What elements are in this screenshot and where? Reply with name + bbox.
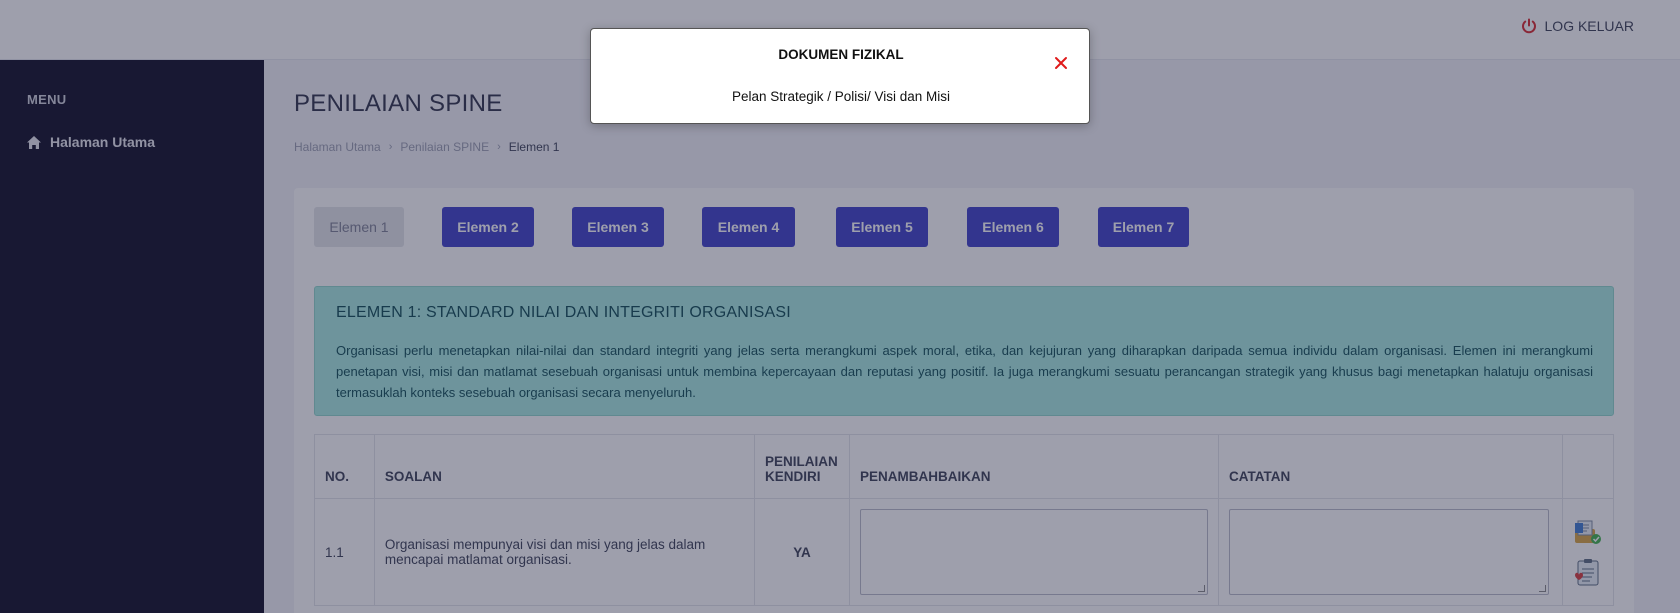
dokumen-fizikal-modal: DOKUMEN FIZIKAL Pelan Strategik / Polisi… — [590, 28, 1090, 124]
close-icon[interactable] — [1053, 55, 1069, 71]
modal-body: Pelan Strategik / Polisi/ Visi dan Misi — [731, 89, 951, 104]
modal-title: DOKUMEN FIZIKAL — [778, 47, 904, 62]
